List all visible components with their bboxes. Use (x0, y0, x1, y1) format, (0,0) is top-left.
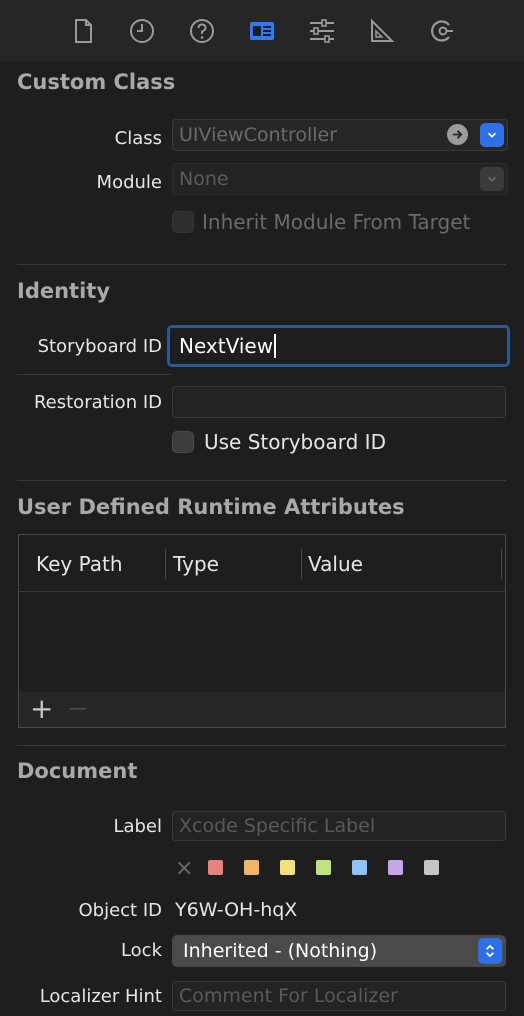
type-column-header[interactable]: Type (173, 552, 219, 576)
column-separator (501, 549, 502, 579)
label-color-swatch[interactable] (316, 860, 331, 875)
text-cursor (274, 334, 277, 358)
go-to-class-arrow-icon[interactable] (447, 124, 468, 145)
document-label-placeholder: Xcode Specific Label (179, 815, 376, 837)
module-dropdown-button[interactable] (480, 167, 504, 191)
lock-stepper-button[interactable] (478, 938, 502, 964)
section-divider (17, 745, 506, 746)
section-divider (17, 374, 171, 375)
clear-color-icon[interactable]: × (175, 856, 193, 882)
object-id-value: Y6W-OH-hqX (175, 899, 298, 921)
table-footer: + — (19, 692, 505, 727)
label-color-swatch[interactable] (244, 860, 259, 875)
document-label-label: Label (113, 816, 162, 837)
chevron-down-icon (487, 176, 497, 182)
label-color-swatch[interactable] (352, 860, 367, 875)
module-label: Module (96, 172, 162, 193)
custom-class-title: Custom Class (17, 70, 176, 94)
use-storyboard-id-checkbox[interactable] (172, 431, 194, 453)
lock-value: Inherited - (Nothing) (183, 940, 378, 962)
lock-popup-button[interactable]: Inherited - (Nothing) (172, 935, 506, 967)
object-id-label: Object ID (78, 900, 162, 921)
attributes-inspector-icon[interactable] (307, 16, 337, 46)
storyboard-id-value: NextView (179, 334, 274, 358)
storyboard-id-input[interactable]: NextView (167, 325, 510, 367)
key-path-column-header[interactable]: Key Path (36, 552, 123, 576)
remove-attribute-button[interactable]: — (69, 697, 87, 721)
runtime-attributes-table: Key Path Type Value + — (18, 534, 506, 728)
label-color-swatch[interactable] (280, 860, 295, 875)
restoration-id-input[interactable] (172, 386, 506, 418)
storyboard-id-label: Storyboard ID (37, 336, 162, 357)
localizer-hint-label: Localizer Hint (39, 986, 162, 1007)
restoration-id-label: Restoration ID (33, 392, 162, 413)
module-value: None (179, 168, 229, 190)
value-column-header[interactable]: Value (308, 552, 363, 576)
module-field[interactable]: None (172, 163, 508, 195)
document-label-input[interactable]: Xcode Specific Label (172, 811, 506, 841)
document-title: Document (17, 759, 138, 783)
identity-inspector-icon[interactable] (247, 16, 277, 46)
up-down-chevron-icon (485, 944, 495, 958)
identity-title: Identity (17, 279, 111, 303)
size-inspector-icon[interactable] (367, 16, 397, 46)
use-storyboard-id-label: Use Storyboard ID (204, 430, 386, 454)
chevron-down-icon (487, 132, 497, 138)
label-color-swatch[interactable] (388, 860, 403, 875)
connections-inspector-icon[interactable] (427, 16, 457, 46)
inherit-module-checkbox[interactable] (172, 211, 194, 233)
class-placeholder: UIViewController (179, 124, 338, 146)
section-divider (17, 480, 506, 481)
runtime-attributes-title: User Defined Runtime Attributes (17, 495, 405, 519)
quick-help-icon[interactable] (187, 16, 217, 46)
lock-label: Lock (120, 940, 162, 961)
localizer-hint-input[interactable]: Comment For Localizer (172, 981, 506, 1011)
inherit-module-label: Inherit Module From Target (202, 210, 471, 234)
class-label: Class (114, 128, 162, 149)
section-divider (17, 264, 506, 265)
add-attribute-button[interactable]: + (30, 694, 53, 724)
localizer-hint-placeholder: Comment For Localizer (179, 985, 398, 1007)
table-header: Key Path Type Value (19, 535, 505, 592)
class-dropdown-button[interactable] (480, 123, 504, 147)
history-inspector-icon[interactable] (127, 16, 157, 46)
label-color-swatch[interactable] (208, 860, 223, 875)
file-inspector-icon[interactable] (68, 16, 98, 46)
label-color-swatch[interactable] (424, 860, 439, 875)
column-separator (301, 549, 302, 579)
column-separator (165, 549, 166, 579)
inspector-toolbar (0, 0, 524, 63)
